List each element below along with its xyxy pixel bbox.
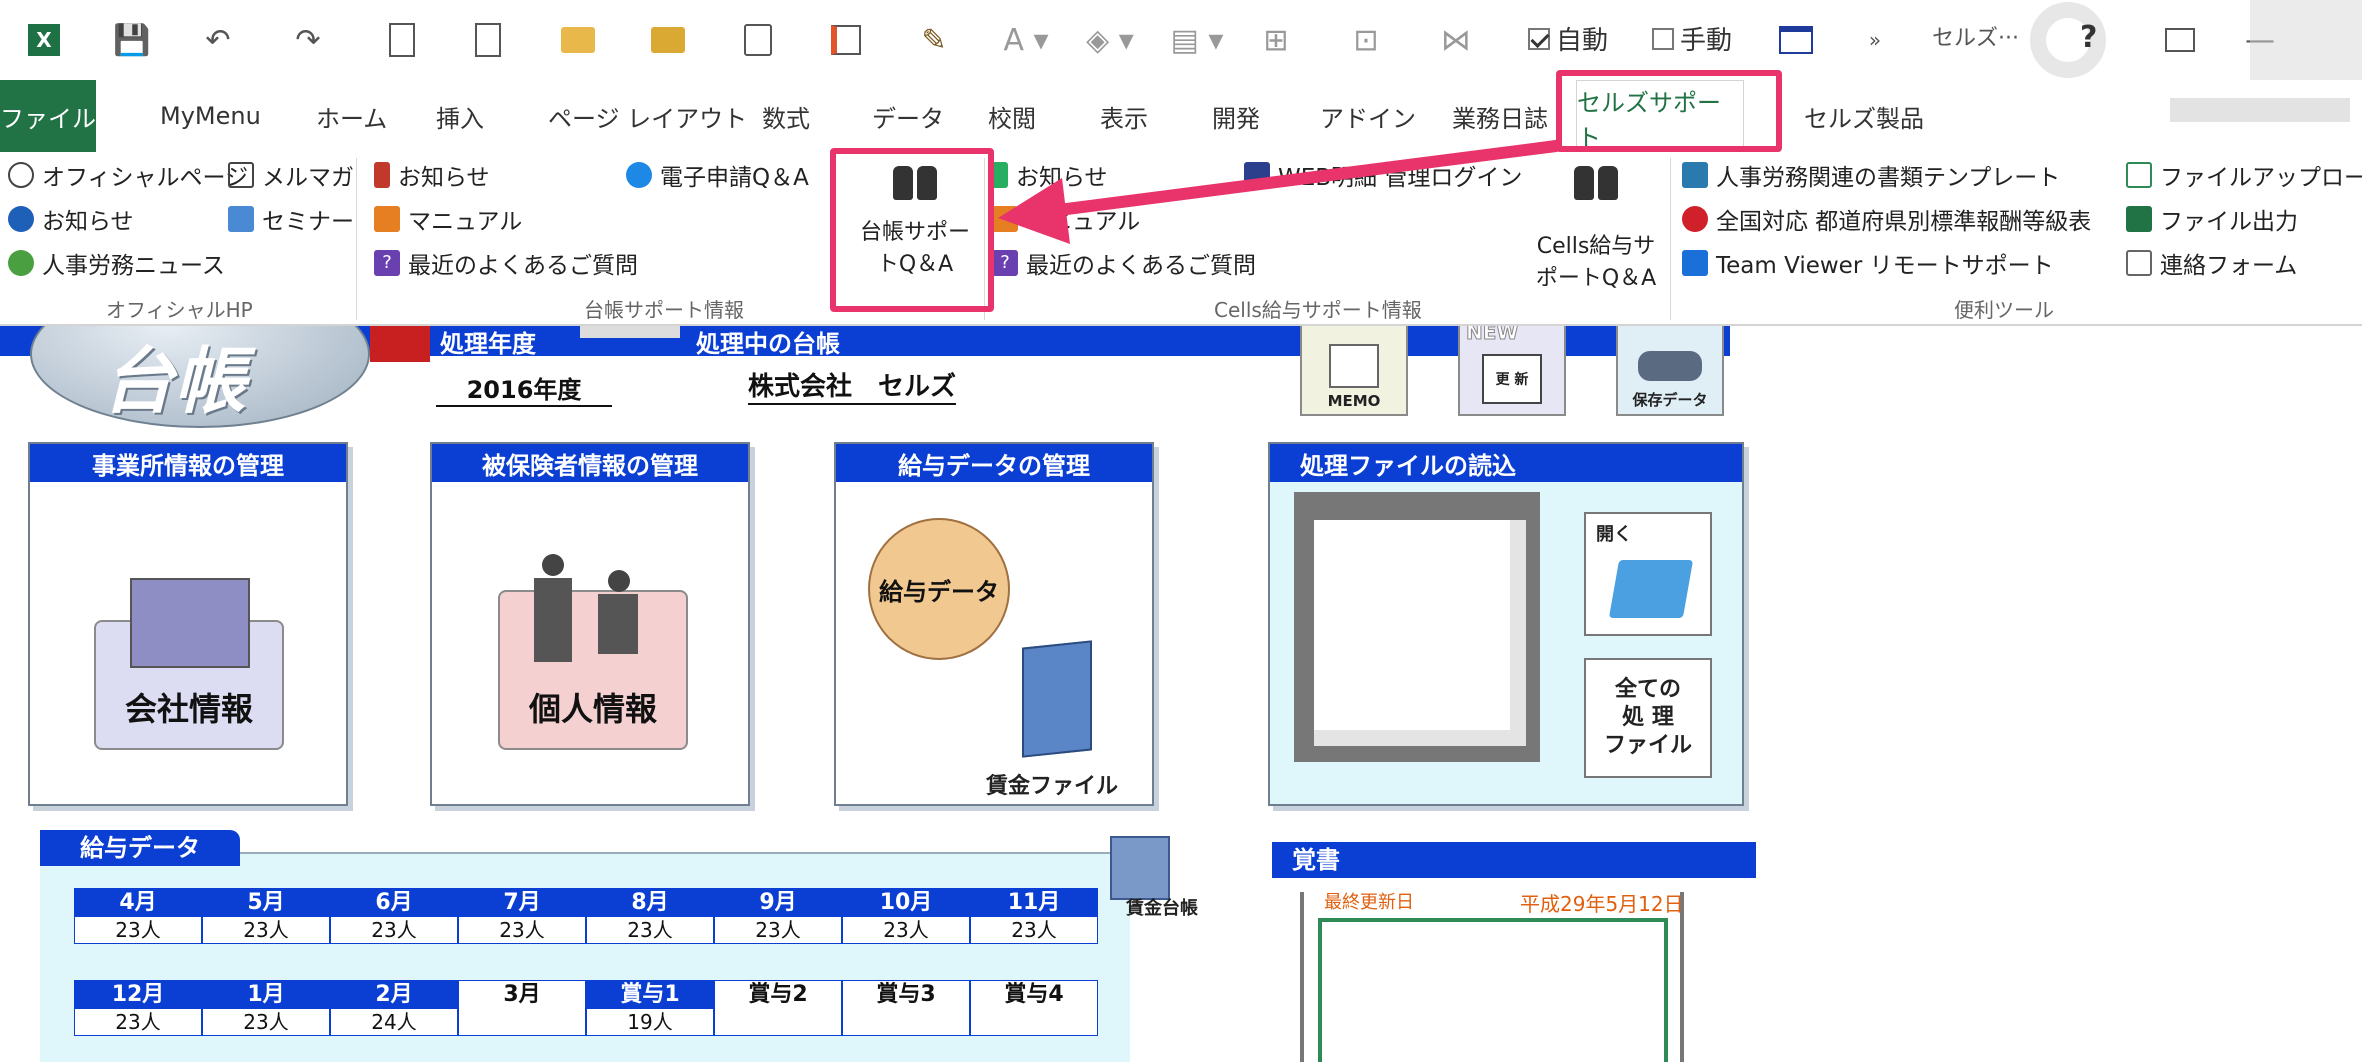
annotation-arrow <box>998 140 1562 244</box>
